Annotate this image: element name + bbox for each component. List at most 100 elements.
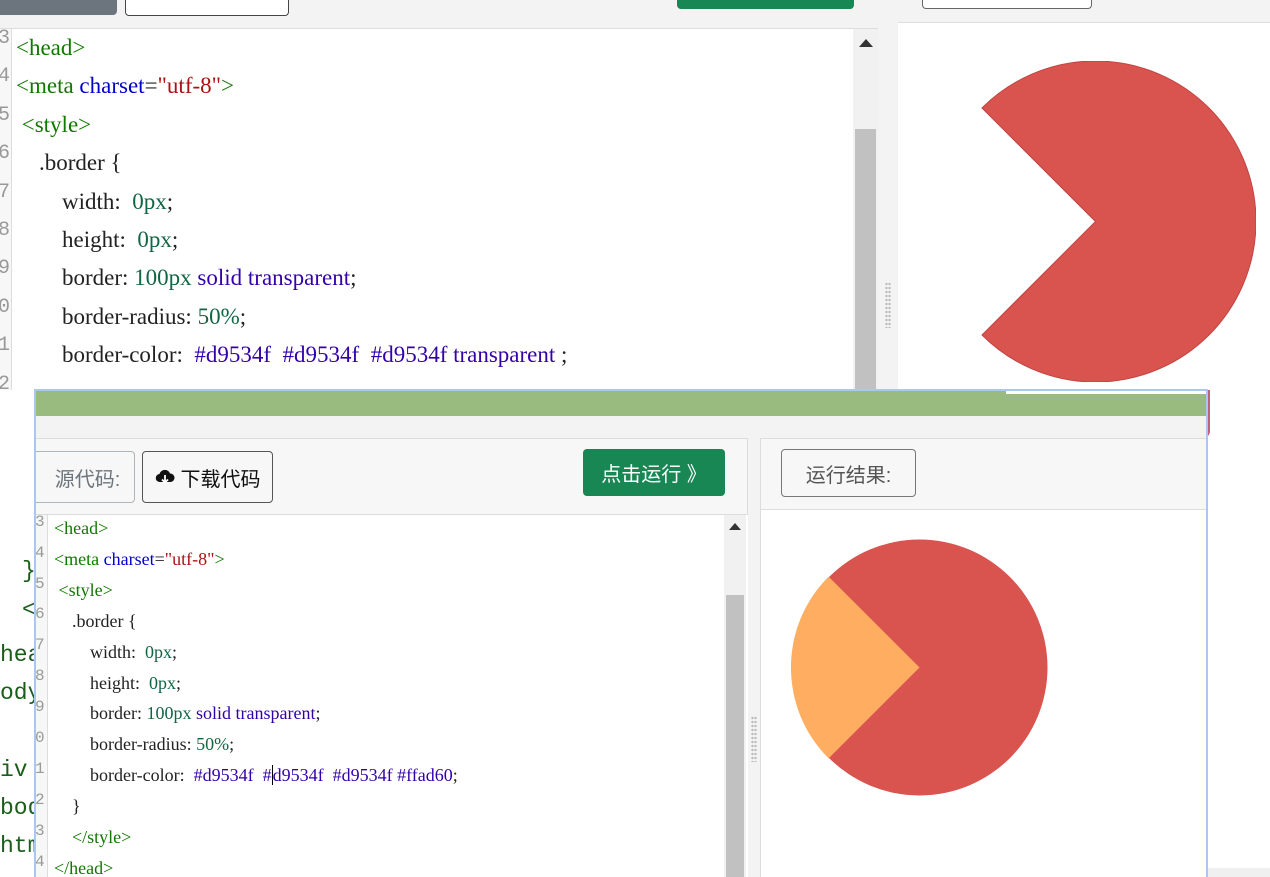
scroll-thumb[interactable] bbox=[855, 129, 876, 390]
code-fragment: htm bbox=[0, 833, 36, 859]
line-number: 4 bbox=[36, 853, 45, 871]
run-result-label: 运行结果: bbox=[805, 464, 892, 487]
code-text: <head> <meta charset="utf-8"> <style> .b… bbox=[54, 515, 458, 877]
background-download-button[interactable] bbox=[125, 0, 289, 16]
background-line-gutter: 3 4 5 6 7 8 9 0 1 2 bbox=[0, 29, 12, 390]
line-number: 8 bbox=[0, 219, 10, 242]
line-number: 3 bbox=[0, 29, 10, 50]
code-token: <head> bbox=[16, 35, 86, 60]
code-fragment: ody bbox=[0, 680, 36, 706]
code-token: <style> bbox=[58, 579, 113, 600]
line-number: 9 bbox=[0, 257, 10, 280]
code-token: "utf-8" bbox=[164, 548, 215, 569]
code-token: </style> bbox=[72, 827, 132, 848]
line-number: 1 bbox=[36, 760, 45, 778]
code-toolbar: 源代码: 下载代码 点击运行 》 bbox=[36, 439, 747, 515]
source-code-label: 源代码: bbox=[54, 468, 121, 491]
code-token: ; bbox=[350, 265, 357, 291]
window-titlebar[interactable] bbox=[36, 391, 1206, 416]
code-token: 50% bbox=[196, 734, 230, 755]
code-token: "utf-8" bbox=[157, 73, 222, 99]
code-token: border-color: bbox=[62, 342, 183, 368]
line-number: 0 bbox=[0, 296, 10, 319]
code-token: charset bbox=[79, 73, 145, 99]
bottom-bar bbox=[1207, 868, 1270, 877]
code-token: border: bbox=[90, 703, 142, 724]
scroll-thumb[interactable] bbox=[726, 595, 744, 877]
background-resize-handle[interactable] bbox=[878, 0, 898, 390]
code-token: <meta bbox=[16, 73, 74, 99]
code-token: > bbox=[214, 548, 225, 569]
scroll-up-icon[interactable] bbox=[859, 39, 873, 47]
line-number: 4 bbox=[36, 544, 45, 562]
code-token: 100px bbox=[134, 265, 192, 291]
pie-sector-red bbox=[981, 61, 1256, 382]
titlebar-highlight bbox=[1006, 391, 1206, 394]
scroll-up-icon[interactable] bbox=[729, 523, 741, 530]
line-number: 7 bbox=[0, 181, 10, 204]
line-number: 8 bbox=[36, 667, 45, 685]
code-token: border-color: bbox=[90, 765, 185, 786]
code-token: #ffad60 bbox=[397, 765, 453, 786]
background-source-tab[interactable] bbox=[0, 0, 117, 15]
code-token: ; bbox=[315, 703, 321, 724]
code-token: height: bbox=[90, 672, 140, 693]
line-number: 7 bbox=[36, 636, 45, 654]
code-token: #d9534f bbox=[332, 765, 393, 786]
code-token: charset bbox=[103, 548, 155, 569]
line-number: 5 bbox=[36, 575, 45, 593]
code-editor[interactable]: 3 4 5 6 7 8 9 0 1 2 3 4 <head> <meta cha… bbox=[36, 515, 748, 877]
code-token: 0px bbox=[137, 227, 172, 253]
cloud-download-icon bbox=[155, 469, 175, 484]
code-token: #d9534f #d9534f #d9534f transparent bbox=[194, 342, 556, 368]
code-fragment: iv bbox=[0, 757, 28, 783]
code-token: ; bbox=[172, 641, 178, 662]
underlying-code-strip: } < hea ody iv bod htm bbox=[0, 390, 36, 877]
code-token: solid transparent bbox=[197, 265, 351, 291]
front-editor-window: 源代码: 下载代码 点击运行 》 3 4 5 6 7 8 9 bbox=[34, 389, 1208, 877]
background-code: <head> <meta charset="utf-8"> <style> .b… bbox=[16, 29, 567, 375]
code-token: <head> bbox=[54, 518, 109, 538]
run-result-button[interactable]: 运行结果: bbox=[781, 449, 916, 497]
code-scrollbar[interactable] bbox=[724, 515, 746, 877]
code-fragment: bod bbox=[0, 795, 36, 821]
code-token: ; bbox=[452, 765, 458, 786]
code-token: .border { bbox=[39, 150, 122, 176]
background-pie-shape bbox=[981, 61, 1256, 382]
run-button[interactable]: 点击运行 》 bbox=[583, 449, 725, 496]
line-number: 5 bbox=[0, 104, 10, 127]
download-code-label: 下载代码 bbox=[180, 468, 261, 491]
code-token: </head> bbox=[54, 857, 114, 877]
code-token: = bbox=[154, 548, 165, 569]
code-token: .border { bbox=[72, 610, 137, 631]
code-token: border-radius: bbox=[90, 734, 192, 755]
download-code-button[interactable]: 下载代码 bbox=[142, 451, 273, 503]
code-token: 0px bbox=[145, 641, 173, 662]
panel-resize-handle[interactable] bbox=[748, 438, 760, 877]
code-token: ; bbox=[239, 303, 247, 329]
code-token: ; bbox=[176, 672, 182, 693]
code-token: ; bbox=[229, 734, 235, 755]
source-code-button[interactable]: 源代码: bbox=[36, 451, 135, 503]
code-token: ; bbox=[171, 227, 179, 253]
line-number: 3 bbox=[36, 822, 45, 840]
code-token: #d9534f bbox=[193, 765, 254, 786]
result-pie-shape bbox=[791, 539, 1048, 796]
code-token: d9534f bbox=[272, 765, 324, 786]
code-token: 50% bbox=[197, 303, 240, 329]
code-fragment: hea bbox=[0, 642, 36, 668]
code-panel: 源代码: 下载代码 点击运行 》 3 4 5 6 7 8 9 bbox=[36, 438, 748, 877]
code-token: ; bbox=[561, 342, 568, 368]
background-result-button bbox=[922, 0, 1092, 9]
line-number: 2 bbox=[0, 373, 10, 390]
background-code-editor[interactable]: 3 4 5 6 7 8 9 0 1 2 <head> <meta charset… bbox=[0, 28, 878, 390]
background-scrollbar[interactable] bbox=[853, 29, 878, 390]
line-gutter: 3 4 5 6 7 8 9 0 1 2 3 4 bbox=[36, 515, 48, 877]
result-toolbar: 运行结果: bbox=[761, 439, 1206, 510]
code-token: = bbox=[144, 73, 158, 99]
code-token: # bbox=[262, 765, 272, 786]
code-token: ; bbox=[166, 188, 174, 214]
line-number: 4 bbox=[0, 65, 10, 88]
code-token: } bbox=[72, 796, 81, 817]
background-run-button[interactable] bbox=[677, 0, 854, 9]
